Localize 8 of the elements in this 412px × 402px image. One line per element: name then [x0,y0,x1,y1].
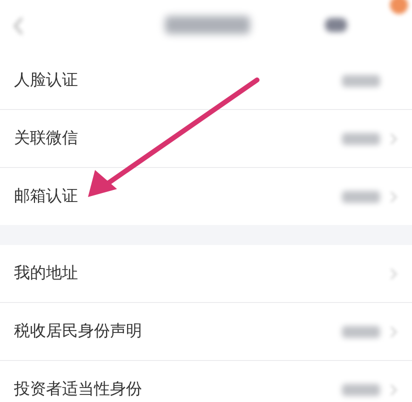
row-label[interactable]: 邮箱认证 [14,186,342,207]
row-label[interactable]: 人脸认证 [14,70,342,91]
row-label[interactable]: 我的地址 [14,263,390,284]
row-label[interactable]: 投资者适当性身份 [14,379,342,400]
message-icon[interactable] [325,18,347,32]
row-label[interactable]: 关联微信 [14,128,342,149]
row-label[interactable]: 税收居民身份声明 [14,321,342,342]
notification-dot-icon [390,0,408,14]
